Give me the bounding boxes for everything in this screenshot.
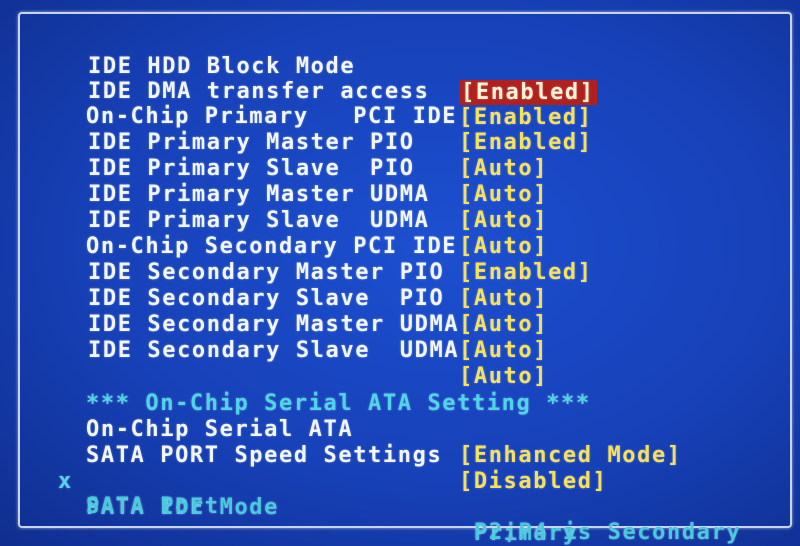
setting-value[interactable]: [Auto]	[459, 338, 548, 364]
setting-row[interactable]: IDE Secondary Slave UDMA [Auto]	[0, 312, 800, 389]
setting-row[interactable]: IDE Secondary Slave PIO [Auto]	[0, 260, 800, 337]
setting-label: IDE Secondary Slave UDMA	[88, 338, 460, 363]
disabled-setting-row: x PATA IDE Mode Primary	[0, 443, 800, 546]
setting-row[interactable]: IDE Primary Slave UDMA [Auto]	[0, 182, 800, 259]
setting-row[interactable]: On-Chip Serial ATA [Enhanced Mode]	[0, 391, 800, 468]
setting-row[interactable]: IDE Primary Slave PIO [Auto]	[0, 130, 800, 207]
setting-row[interactable]: IDE Primary Master PIO [Auto]	[0, 104, 800, 181]
bios-screen: IDE HDD Block Mode [Enabled] IDE DMA tra…	[0, 0, 800, 546]
setting-row[interactable]: IDE Primary Master UDMA [Auto]	[0, 156, 800, 233]
setting-value-text: Auto	[473, 338, 534, 363]
setting-row[interactable]: IDE Secondary Master UDMA [Auto]	[0, 286, 800, 363]
setting-label: SATA Port	[86, 494, 220, 519]
setting-row[interactable]: IDE DMA transfer access [Enabled]	[0, 53, 800, 130]
disabled-setting-row: SATA Port P2,P4 is Secondary	[0, 468, 800, 545]
bracket-open: [	[459, 338, 474, 363]
setting-row[interactable]: On-Chip Primary PCI IDE [Enabled]	[0, 78, 800, 155]
setting-row[interactable]: IDE HDD Block Mode [Enabled]	[0, 28, 800, 105]
section-heading-row: *** On-Chip Serial ATA Setting ***	[0, 365, 800, 416]
bracket-close: ]	[533, 338, 549, 363]
setting-value: P2,P4 is Secondary	[474, 520, 742, 545]
setting-row[interactable]: SATA PORT Speed Settings [Disabled]	[0, 417, 800, 494]
setting-row[interactable]: IDE Secondary Master PIO [Auto]	[0, 234, 800, 311]
setting-row[interactable]: On-Chip Secondary PCI IDE [Enabled]	[0, 208, 800, 285]
